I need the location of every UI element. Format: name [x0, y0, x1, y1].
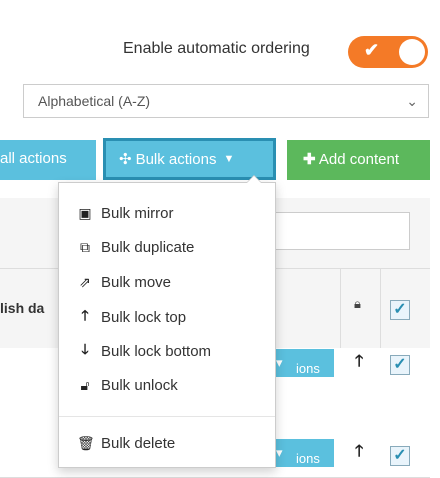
arrow-up-icon: 🡑 [355, 443, 364, 460]
bulk-actions-label: Bulk actions [135, 150, 217, 168]
menu-item-bulk-move[interactable]: ⇗ Bulk move [77, 270, 171, 294]
automatic-ordering-label: Enable automatic ordering [123, 40, 310, 57]
check-icon: ✔ [364, 40, 380, 60]
select-all-checkbox[interactable]: ✓ [390, 300, 410, 320]
lock-icon: 🔒︎ [354, 296, 361, 311]
arrow-up-icon: 🡑 [81, 307, 89, 323]
menu-item-label: Bulk lock bottom [101, 342, 212, 360]
menu-item-bulk-lock-bottom[interactable]: 🡓 Bulk lock bottom [77, 339, 211, 363]
caret-down-icon: ▼ [223, 153, 235, 165]
menu-item-label: Bulk move [101, 273, 172, 291]
add-content-label: Add content [318, 151, 399, 168]
row-actions-label: ions ▾ [276, 445, 320, 466]
mirror-icon: ▣ [78, 204, 92, 221]
menu-item-label: Bulk lock top [101, 308, 187, 326]
trash-icon: 🗑︎ [77, 434, 95, 451]
menu-item-bulk-duplicate[interactable]: ⧉ Bulk duplicate [77, 235, 194, 259]
unlock-icon: 🔓︎ [80, 376, 90, 393]
plus-icon: ✚ [303, 151, 316, 168]
menu-item-label: Bulk duplicate [101, 238, 195, 256]
menu-item-bulk-mirror[interactable]: ▣ Bulk mirror [77, 201, 174, 225]
menu-item-label: Bulk mirror [101, 204, 174, 222]
bulk-actions-menu: ▣ Bulk mirror ⧉ Bulk duplicate ⇗ Bulk mo… [58, 175, 276, 468]
menu-item-bulk-delete[interactable]: 🗑︎ Bulk delete [77, 431, 175, 455]
menu-item-bulk-lock-top[interactable]: 🡑 Bulk lock top [77, 305, 186, 329]
row-checkbox[interactable]: ✓ [390, 355, 410, 375]
sort-order-value: Alphabetical (A-Z) [38, 93, 151, 109]
bulk-actions-button[interactable]: ✣ Bulk actions ▼ [103, 138, 276, 180]
toggle-knob [399, 39, 425, 65]
row-checkbox[interactable]: ✓ [390, 446, 410, 466]
all-actions-label: all actions [0, 150, 67, 167]
menu-caret [246, 175, 262, 183]
menu-item-bulk-unlock[interactable]: 🔓︎ Bulk unlock [77, 373, 178, 397]
automatic-ordering-toggle[interactable]: ✔ [348, 36, 428, 68]
row-actions-label: ions ▾ [276, 355, 320, 376]
arrow-down-icon: 🡓 [81, 341, 89, 357]
menu-item-label: Bulk unlock [101, 376, 178, 394]
menu-item-label: Bulk delete [101, 434, 176, 452]
chevron-down-icon: ⌄ [406, 93, 418, 109]
external-move-icon: ⇗ [79, 273, 91, 290]
duplicate-icon: ⧉ [80, 238, 90, 255]
arrow-up-icon: 🡑 [355, 353, 364, 370]
menu-divider [59, 416, 275, 417]
column-header-publish-date[interactable]: lish da [0, 300, 44, 316]
cubes-icon: ✣ [119, 151, 132, 168]
add-content-button[interactable]: ✚ Add content [287, 140, 430, 180]
all-actions-button[interactable]: all actions [0, 140, 96, 180]
sort-order-select[interactable]: Alphabetical (A-Z) ⌄ [23, 84, 429, 118]
